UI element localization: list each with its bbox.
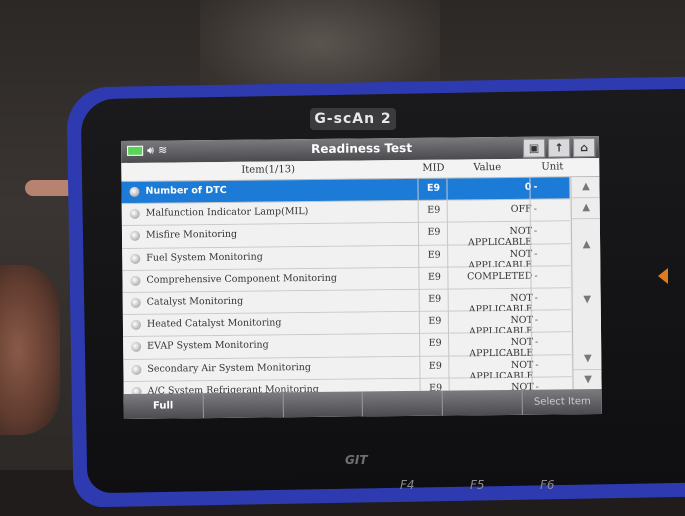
footer-empty-button[interactable] <box>442 389 524 416</box>
radio-icon <box>130 297 141 308</box>
page-title: Readiness Test <box>311 140 413 157</box>
row-unit: - <box>533 226 538 238</box>
footer-bar: Full Select Item <box>123 388 602 419</box>
row-unit: - <box>533 203 538 215</box>
scroll-up-icon[interactable]: ▲ <box>572 239 601 250</box>
radio-icon <box>130 253 141 264</box>
screenshot-icon[interactable]: ▣ <box>522 138 546 158</box>
scroll-bottom-icon[interactable]: ▼ <box>573 370 601 390</box>
background-hand <box>0 265 60 435</box>
row-mid: E9 <box>426 182 441 194</box>
row-value: COMPLETED <box>467 270 533 283</box>
row-item: Catalyst Monitoring <box>146 295 244 308</box>
f6-key[interactable]: F6 <box>540 478 555 492</box>
row-mid: E9 <box>428 293 442 305</box>
select-item-button[interactable]: Select Item <box>523 389 602 415</box>
device-screen: 🔊︎ ≋ Readiness Test ▣ ↑ ⌂ Item(1/13) MID… <box>121 135 602 419</box>
row-unit: - <box>535 359 539 371</box>
f5-key[interactable]: F5 <box>470 478 485 492</box>
page-up-icon[interactable]: ▲︎ <box>571 197 601 220</box>
upload-icon[interactable]: ↑ <box>547 138 571 158</box>
row-unit: - <box>534 292 538 304</box>
speaker-icon: 🔊︎ <box>147 143 155 157</box>
row-mid: E9 <box>428 315 442 327</box>
status-icons: 🔊︎ ≋ <box>127 143 168 157</box>
battery-icon <box>127 145 144 156</box>
radio-icon <box>129 186 140 197</box>
radio-icon <box>129 231 141 242</box>
footer-empty-button[interactable] <box>283 391 364 418</box>
wifi-icon: ≋ <box>157 143 168 157</box>
device-brand-logo: G-scAn 2 <box>310 108 396 130</box>
row-unit: - <box>534 314 539 326</box>
readiness-table: Number of DTC E9 0 - Malfunction Indicat… <box>121 177 572 411</box>
row-item: Heated Catalyst Monitoring <box>146 317 282 330</box>
row-mid: E9 <box>427 249 441 261</box>
footer-empty-button[interactable] <box>363 390 444 417</box>
row-item: EVAP System Monitoring <box>147 339 269 353</box>
column-header-mid: MID <box>422 162 445 174</box>
radio-icon <box>130 275 141 286</box>
row-mid: E9 <box>428 360 442 372</box>
row-value: OFF <box>510 203 532 216</box>
row-value: 0 <box>524 181 532 193</box>
column-header-unit: Unit <box>541 161 564 173</box>
row-unit: - <box>534 248 538 260</box>
row-mid: E9 <box>428 337 442 350</box>
full-button[interactable]: Full <box>123 393 204 419</box>
row-item: Secondary Air System Monitoring <box>147 361 311 375</box>
row-mid: E9 <box>427 271 441 283</box>
row-item: Malfunction Indicator Lamp(MIL) <box>145 206 309 219</box>
row-unit: - <box>535 336 539 348</box>
scroll-down-icon[interactable]: ▼ <box>573 294 602 305</box>
scroll-track[interactable]: ▲ ▼ <box>572 219 602 349</box>
git-logo: GIT <box>345 453 368 467</box>
f4-key[interactable]: F4 <box>400 478 415 492</box>
scrollbar[interactable]: ▲ ▲︎ ▲ ▼ ▼︎ ▼ <box>570 176 602 390</box>
column-header-item: Item(1/13) <box>241 164 296 176</box>
radio-icon <box>131 342 142 353</box>
footer-empty-button[interactable] <box>203 392 284 419</box>
radio-icon <box>129 208 140 220</box>
row-item: Misfire Monitoring <box>145 229 238 242</box>
row-unit: - <box>534 270 538 282</box>
row-unit: - <box>533 181 538 193</box>
row-mid: E9 <box>427 227 441 239</box>
radio-icon <box>130 319 141 331</box>
row-item: Number of DTC <box>145 184 227 197</box>
radio-icon <box>131 364 142 375</box>
page-down-icon[interactable]: ▼︎ <box>573 348 602 371</box>
scroll-top-icon[interactable]: ▲ <box>571 176 601 199</box>
row-mid: E9 <box>427 204 441 216</box>
toolbar-buttons: ▣ ↑ ⌂ <box>522 138 596 158</box>
column-header-value: Value <box>473 162 502 174</box>
row-item: Fuel System Monitoring <box>146 251 263 264</box>
home-icon[interactable]: ⌂ <box>572 138 596 158</box>
row-item: Comprehensive Component Monitoring <box>146 272 337 286</box>
